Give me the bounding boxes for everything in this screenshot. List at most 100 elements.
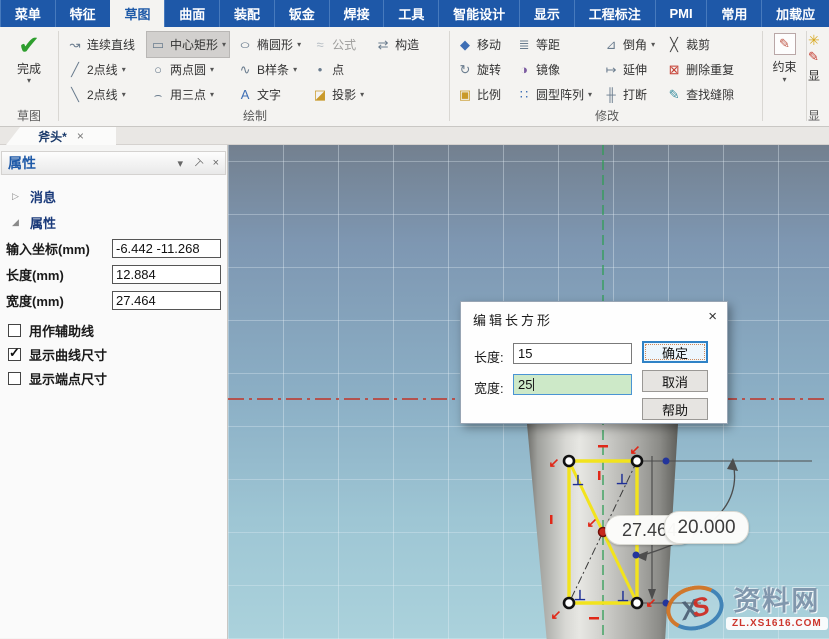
finish-check-icon[interactable]: ✔ [0, 30, 58, 60]
edit-rectangle-dialog: 编辑长方形 × 长度: 15 宽度: 25 确定 取消 帮助 [460, 301, 728, 424]
panel-section-header[interactable]: ◢ 属性 [6, 209, 221, 235]
ribbon-item[interactable]: ╳ 裁剪 [663, 32, 741, 57]
property-input[interactable]: 12.884 [112, 265, 221, 284]
dropdown-arrow-icon[interactable]: ▾ [651, 40, 655, 49]
expander-icon[interactable]: ▷ [12, 191, 22, 202]
ribbon-item-icon: ≣ [516, 37, 532, 53]
help-button[interactable]: 帮助 [642, 398, 708, 420]
ribbon-item[interactable]: A 文字 [234, 82, 304, 107]
ribbon-group-finish: ✔ 完成 ▾ 草图 [0, 27, 58, 127]
ribbon-item[interactable]: ⊠ 删除重复 [663, 57, 741, 82]
menu-tab[interactable]: 特征 [55, 0, 110, 27]
constraint-point[interactable] [633, 552, 640, 559]
ribbon-item[interactable]: ╫ 打断 [600, 82, 658, 107]
ribbon: ✔ 完成 ▾ 草图 ↝ 连续直线 ╱ 2点线 ▾ [0, 27, 829, 127]
dimension-label[interactable]: 20.000 [664, 511, 749, 544]
ribbon-item[interactable]: ⊿ 倒角 ▾ [600, 32, 658, 57]
ribbon-item[interactable]: ○ 椭圆形 ▾ [234, 32, 304, 57]
vertex-handle[interactable] [632, 598, 642, 608]
ribbon-item[interactable]: ↦ 延伸 [600, 57, 658, 82]
dropdown-arrow-icon[interactable]: ▾ [222, 40, 226, 49]
dropdown-arrow-icon[interactable]: ▾ [122, 90, 126, 99]
menu-tab[interactable]: PMI [655, 0, 707, 27]
ribbon-item[interactable]: ⇄ 构造 [372, 32, 426, 57]
ribbon-item[interactable]: ⌢ 用三点 ▾ [147, 82, 229, 107]
star-icon[interactable]: ✳ [808, 32, 829, 49]
ribbon-item[interactable]: ∿ B样条 ▾ [234, 57, 304, 82]
checkbox[interactable]: ✓ [8, 348, 21, 361]
ribbon-item[interactable]: ↝ 连续直线 [64, 32, 142, 57]
menu-tab[interactable]: 加载应 [761, 0, 829, 27]
menu-tab[interactable]: 工程标注 [574, 0, 655, 27]
menu-tab[interactable]: 菜单 [0, 0, 55, 27]
menu-tab[interactable]: 曲面 [164, 0, 219, 27]
checkbox-row[interactable]: ✓ 显示曲线尺寸 [6, 343, 221, 366]
pencil-icon[interactable]: ✎ [808, 49, 829, 65]
finish-button[interactable]: 完成 [0, 60, 58, 77]
panel-title: 属性 [8, 153, 167, 173]
ribbon-item[interactable]: ▣ 比例 [454, 82, 508, 107]
document-tab[interactable]: 斧头* × [6, 127, 116, 145]
length-input[interactable]: 15 [513, 343, 632, 364]
dropdown-arrow-icon[interactable]: ▾ [588, 90, 592, 99]
dropdown-arrow-icon[interactable]: ▾ [210, 65, 214, 74]
checkbox-row[interactable]: ✓ 显示端点尺寸 [6, 367, 221, 390]
chevron-down-icon[interactable]: ▾ [177, 157, 183, 170]
cancel-button[interactable]: 取消 [642, 370, 708, 392]
ribbon-item[interactable]: ↻ 旋转 [454, 57, 508, 82]
watermark-logo: XS [662, 580, 729, 637]
menu-tab[interactable]: 显示 [519, 0, 574, 27]
width-input[interactable]: 25 [513, 374, 632, 395]
close-icon[interactable]: × [77, 129, 84, 143]
ribbon-item[interactable]: ◆ 移动 [454, 32, 508, 57]
dropdown-arrow-icon[interactable]: ▾ [763, 75, 806, 84]
menu-tab[interactable]: 草图 [110, 0, 165, 27]
vertex-handle[interactable] [632, 456, 642, 466]
checkbox[interactable]: ✓ [8, 372, 21, 385]
pin-icon[interactable]: ⊤ [190, 155, 206, 171]
menu-tab[interactable]: 工具 [383, 0, 438, 27]
ribbon-group-constraint[interactable]: ✎ 约束 ▾ [763, 27, 806, 127]
dropdown-arrow-icon[interactable]: ▾ [297, 40, 301, 49]
close-icon[interactable]: × [708, 308, 717, 325]
constraint-point[interactable] [663, 458, 670, 465]
menu-tab[interactable]: 智能设计 [438, 0, 519, 27]
ribbon-item[interactable]: ╲ 2点线 ▾ [64, 82, 142, 107]
dropdown-arrow-icon[interactable]: ▾ [0, 77, 58, 85]
panel-section-header[interactable]: ▷ 消息 [6, 183, 221, 209]
dropdown-arrow-icon[interactable]: ▾ [122, 65, 126, 74]
ribbon-item[interactable]: ╱ 2点线 ▾ [64, 57, 142, 82]
property-input[interactable]: 27.464 [112, 291, 221, 310]
ribbon-item[interactable]: ○ 两点圆 ▾ [147, 57, 229, 82]
ribbon-item[interactable]: • 点 [309, 57, 367, 82]
ribbon-item[interactable]: ◑ 镜像 [513, 57, 595, 82]
ribbon-item[interactable]: ≈ 公式 [309, 32, 367, 57]
property-field-row: 输入坐标(mm) -6.442 -11.268 [6, 235, 221, 261]
menu-tab[interactable]: 装配 [219, 0, 274, 27]
dropdown-arrow-icon[interactable]: ▾ [293, 65, 297, 74]
property-input[interactable]: -6.442 -11.268 [112, 239, 221, 258]
dropdown-arrow-icon[interactable]: ▾ [360, 90, 364, 99]
checkbox[interactable]: ✓ [8, 324, 21, 337]
menu-bar: 菜单 特征 草图 曲面 装配 钣金 焊接 工具 智能设计 显示 工程标注 PMI… [0, 0, 829, 27]
menu-tab[interactable]: 焊接 [329, 0, 384, 27]
panel-header: 属性 ▾ ⊤ × [1, 151, 226, 175]
ribbon-item[interactable]: ≣ 等距 [513, 32, 595, 57]
ribbon-item-icon: ↦ [603, 62, 619, 78]
dropdown-arrow-icon[interactable]: ▾ [210, 90, 214, 99]
menu-tab[interactable]: 常用 [706, 0, 761, 27]
ribbon-item-icon: • [312, 62, 328, 77]
ribbon-item[interactable]: ▭ 中心矩形 ▾ [147, 32, 229, 57]
menu-tab[interactable]: 钣金 [274, 0, 329, 27]
width-label: 宽度: [474, 378, 504, 397]
close-icon[interactable]: × [213, 157, 219, 169]
checkbox-row[interactable]: ✓ 用作辅助线 [6, 319, 221, 342]
expander-icon[interactable]: ◢ [12, 217, 22, 228]
vertex-handle[interactable] [564, 456, 574, 466]
ribbon-item[interactable]: ✎ 查找缝隙 [663, 82, 741, 107]
vertex-handle[interactable] [564, 598, 574, 608]
ribbon-item[interactable]: ◪ 投影 ▾ [309, 82, 367, 107]
length-label: 长度: [474, 347, 504, 366]
ribbon-item[interactable]: ∷ 圆型阵列 ▾ [513, 82, 595, 107]
ok-button[interactable]: 确定 [642, 341, 708, 363]
